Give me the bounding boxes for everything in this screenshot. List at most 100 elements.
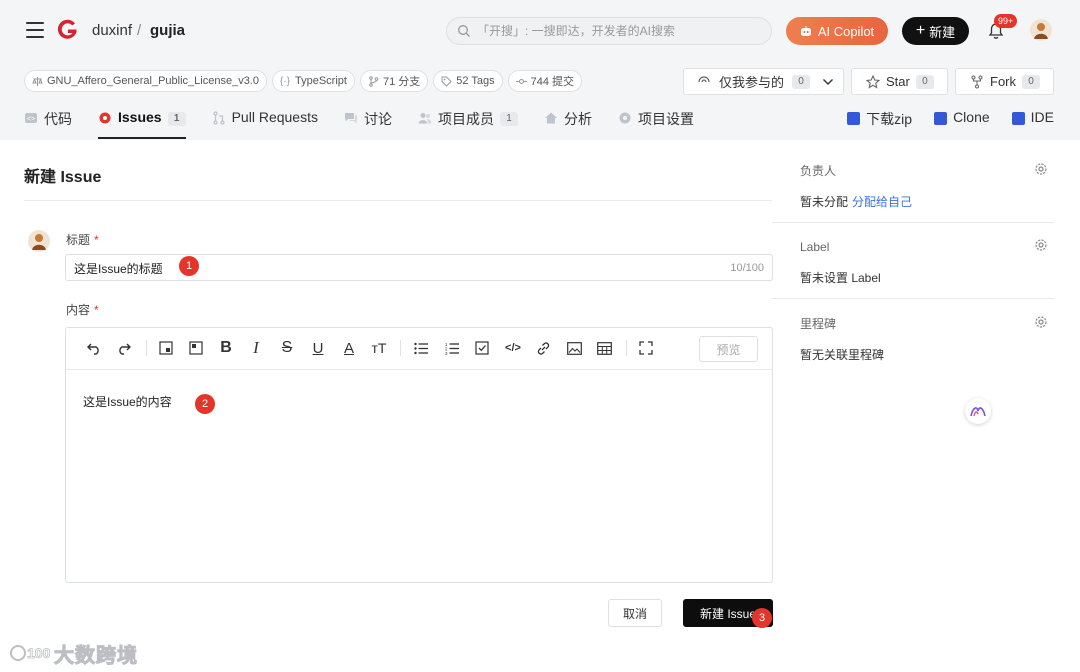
gear-icon — [619, 112, 631, 124]
link-icon[interactable] — [533, 338, 553, 358]
editor-toolbar: B I S U A тT 123 </> 预览 — [66, 328, 772, 370]
sidebar-divider — [772, 222, 1054, 223]
code-braces-icon: {·} — [279, 75, 290, 87]
milestone-gear-icon[interactable] — [1034, 315, 1048, 329]
star-button[interactable]: Star 0 — [851, 68, 948, 95]
font-color-icon[interactable]: A — [339, 338, 359, 358]
create-new-label: 新建 — [929, 24, 956, 40]
bullet-list-icon[interactable] — [411, 338, 431, 358]
download-zip-link[interactable]: 下载zip — [847, 108, 912, 129]
required-mark: * — [94, 303, 99, 317]
markdown-editor[interactable]: B I S U A тT 123 </> 预览 这是Issue的内容 — [65, 327, 773, 583]
fullscreen-icon[interactable] — [636, 338, 656, 358]
label-value: 暂未设置 Label — [800, 271, 881, 285]
pull-request-icon — [212, 111, 225, 125]
tab-label: 项目成员 — [437, 111, 494, 127]
table-icon[interactable] — [594, 338, 614, 358]
ide-icon — [1011, 112, 1025, 125]
search-input[interactable] — [477, 22, 757, 40]
quote-block-icon[interactable] — [186, 338, 206, 358]
tag-icon — [441, 76, 452, 87]
repo-owner-link[interactable]: duxinf — [92, 22, 132, 39]
code-icon[interactable]: </> — [503, 338, 523, 358]
tab-code[interactable]: <> 代码 — [24, 108, 72, 140]
task-list-icon[interactable] — [472, 338, 492, 358]
discussion-icon — [344, 113, 357, 124]
issues-count: 1 — [167, 112, 186, 126]
heading-block-icon[interactable] — [156, 338, 176, 358]
image-icon[interactable] — [564, 338, 584, 358]
assignee-status: 暂未分配 — [800, 195, 849, 209]
fork-button[interactable]: Fork 0 — [955, 68, 1054, 95]
ai-assistant-float-button[interactable] — [965, 398, 991, 424]
language-label: TypeScript — [294, 75, 347, 87]
download-icon — [847, 112, 861, 125]
fork-label: Fork — [990, 74, 1016, 89]
license-chip[interactable]: GNU_Affero_General_Public_License_v3.0 — [24, 70, 267, 92]
tab-members[interactable]: 项目成员 1 — [418, 108, 518, 140]
font-size-icon[interactable]: тT — [369, 338, 389, 358]
tags-chip[interactable]: 52 Tags — [433, 70, 503, 92]
tab-discussions[interactable]: 讨论 — [344, 108, 392, 140]
star-icon — [866, 74, 880, 89]
toolbar-separator — [626, 340, 627, 356]
analytics-icon — [544, 112, 557, 124]
code-icon: <> — [25, 113, 37, 123]
user-avatar[interactable] — [1030, 19, 1052, 41]
fork-count: 0 — [1022, 74, 1040, 89]
watch-dropdown[interactable]: 仅我参与的 0 — [683, 68, 844, 95]
watch-icon — [698, 75, 710, 82]
tab-pull-requests[interactable]: Pull Requests — [212, 108, 318, 140]
ide-link[interactable]: IDE — [1011, 108, 1054, 129]
language-chip[interactable]: {·} TypeScript — [271, 70, 355, 92]
title-input[interactable] — [74, 260, 694, 276]
cancel-button[interactable]: 取消 — [608, 599, 662, 627]
bold-icon[interactable]: B — [216, 338, 236, 358]
redo-icon[interactable] — [114, 338, 134, 358]
assignee-section: 负责人 暂未分配 分配给自己 — [800, 162, 1054, 212]
underline-icon[interactable]: U — [308, 338, 328, 358]
step-badge-2: 2 — [195, 394, 215, 414]
watch-label: 仅我参与的 — [719, 75, 785, 90]
watermark: 100 大数跨境 — [10, 638, 138, 668]
tab-settings[interactable]: 项目设置 — [618, 108, 694, 140]
repo-name-link[interactable]: gujia — [150, 22, 185, 39]
undo-icon[interactable] — [84, 338, 104, 358]
assign-to-self-link[interactable]: 分配给自己 — [852, 195, 912, 209]
tab-label: 代码 — [44, 111, 72, 127]
license-label: GNU_Affero_General_Public_License_v3.0 — [47, 75, 259, 87]
watermark-text: 大数跨境 — [54, 644, 138, 667]
members-count: 1 — [499, 112, 518, 126]
ai-copilot-button[interactable]: AI Copilot — [786, 17, 888, 45]
strikethrough-icon[interactable]: S — [277, 338, 297, 358]
required-mark: * — [94, 233, 99, 247]
global-search[interactable] — [446, 17, 772, 45]
gitcode-logo[interactable] — [55, 17, 79, 43]
branches-label: 71 分支 — [382, 76, 421, 88]
label-gear-icon[interactable] — [1034, 238, 1048, 252]
clone-label: Clone — [953, 109, 990, 125]
assignee-title: 负责人 — [800, 164, 837, 178]
commits-label: 744 提交 — [530, 76, 574, 88]
numbered-list-icon[interactable]: 123 — [442, 338, 462, 358]
title-label-text: 标题 — [66, 233, 91, 247]
branches-chip[interactable]: 71 分支 — [359, 70, 429, 92]
terminal-icon — [934, 112, 948, 125]
commits-chip[interactable]: 744 提交 — [507, 70, 582, 92]
milestone-value: 暂无关联里程碑 — [800, 348, 885, 362]
assignee-gear-icon[interactable] — [1034, 162, 1048, 176]
tab-issues[interactable]: Issues 1 — [98, 108, 186, 140]
tab-analytics[interactable]: 分析 — [544, 108, 592, 140]
clone-link[interactable]: Clone — [934, 108, 990, 129]
italic-icon[interactable]: I — [246, 338, 266, 358]
avatar-image — [1034, 23, 1048, 39]
hamburger-menu-icon[interactable] — [26, 22, 44, 38]
create-new-button[interactable]: + 新建 — [902, 17, 969, 45]
title-field[interactable]: 10/100 — [65, 254, 773, 281]
preview-button[interactable]: 预览 — [699, 336, 758, 362]
assignee-value: 暂未分配 分配给自己 — [800, 193, 912, 210]
ide-label: IDE — [1030, 109, 1054, 125]
header: duxinf / gujia AI Copilot + 新建 9 — [0, 8, 1080, 52]
content-field-label: 内容 * — [66, 301, 99, 318]
editor-content-area[interactable]: 这是Issue的内容 — [83, 393, 172, 410]
